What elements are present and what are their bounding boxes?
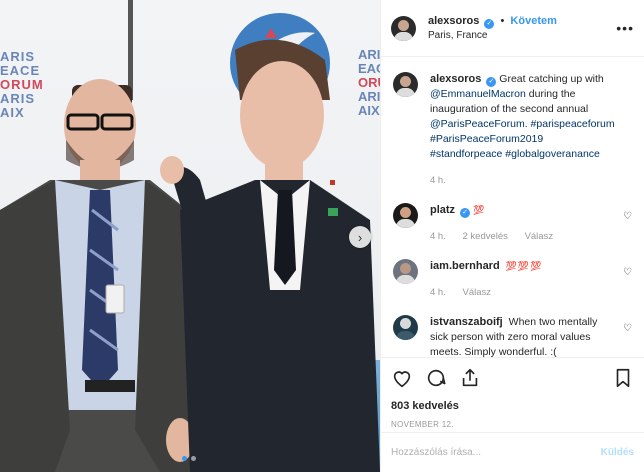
instagram-post: ARIS EACE ORUM ARIS AIX ARIS EACE ORUM A… [0,0,644,472]
carousel-dot-active [182,456,187,461]
heart-icon[interactable] [391,367,413,389]
comment-item: iam.bernhard 💯💯💯 4 h. Válasz ♡ [393,259,632,300]
caption-username[interactable]: alexsoros [430,73,481,85]
comments-list[interactable]: alexsoros ✓ Great catching up with @Emman… [381,58,644,358]
comment-username[interactable]: istvanszaboifj [430,316,503,328]
follow-button[interactable]: Követem [510,15,556,27]
bookmark-icon[interactable] [612,367,634,389]
separator: • [500,14,505,27]
more-options-icon[interactable]: ••• [616,20,634,36]
carousel-next-button[interactable]: › [349,226,371,248]
comment-input[interactable] [391,447,601,458]
post-sidebar: alexsoros ✓ • Követem Paris, France ••• … [380,0,644,472]
comment-time[interactable]: 4 h. [430,231,446,242]
comment-username[interactable]: iam.bernhard [430,260,500,272]
comment-username[interactable]: platz [430,204,455,216]
commenter-avatar[interactable] [393,315,418,340]
caption-text: Great catching up with [499,73,604,85]
comment-likes[interactable]: 2 kedvelés [463,231,508,242]
like-comment-heart-icon[interactable]: ♡ [623,267,632,278]
commenter-avatar[interactable] [393,259,418,284]
like-comment-heart-icon[interactable]: ♡ [623,323,632,334]
caption-meta: 4 h. [430,173,616,188]
post-actions: 803 kedvelés NOVEMBER 12. [381,357,644,429]
mention-link[interactable]: @ParisPeaceForum [430,118,525,130]
post-photo[interactable]: ARIS EACE ORUM ARIS AIX ARIS EACE ORUM A… [0,0,380,472]
comment-time[interactable]: 4 h. [430,287,446,298]
share-icon[interactable] [459,367,481,389]
comment-body: istvanszaboifj When two mentally sick pe… [430,315,632,358]
caption-body: alexsoros ✓ Great catching up with @Emman… [430,72,632,188]
comment-body: platz ✓ 💯 4 h. 2 kedvelés Válasz [430,203,632,244]
post-header: alexsoros ✓ • Követem Paris, France ••• [381,0,644,57]
verified-badge-icon: ✓ [484,18,495,29]
comment-text: 💯 [472,205,486,215]
author-info: alexsoros ✓ • Követem Paris, France [428,14,557,43]
comment-meta: 4 h. 2 kedvelés Válasz [430,229,616,244]
caption-time[interactable]: 4 h. [430,175,446,186]
carousel-dot [191,456,196,461]
person-right [160,39,380,472]
chevron-right-icon: › [357,229,363,245]
carousel-dots [182,456,196,461]
reply-button[interactable]: Válasz [463,287,492,298]
verified-badge-icon: ✓ [486,77,497,87]
reply-button[interactable]: Válasz [525,231,554,242]
comment-body: iam.bernhard 💯💯💯 4 h. Válasz [430,259,632,300]
comment-composer: Küldés [381,432,644,472]
post-comment-button[interactable]: Küldés [601,447,634,458]
comment-meta: 4 h. Válasz [430,285,616,300]
caption-avatar[interactable] [393,72,418,97]
comment-icon[interactable] [425,367,447,389]
commenter-avatar[interactable] [393,203,418,228]
likes-count[interactable]: 803 kedvelés [391,400,634,412]
mention-link[interactable]: @EmmanuelMacron [430,88,526,100]
comment-text: 💯💯💯 [505,261,543,271]
verified-badge-icon: ✓ [460,208,471,218]
author-username[interactable]: alexsoros [428,15,479,27]
action-icons [391,366,634,390]
author-avatar[interactable] [391,15,416,41]
post-date[interactable]: NOVEMBER 12. [391,420,634,429]
comment-item: istvanszaboifj When two mentally sick pe… [393,315,632,358]
post-location[interactable]: Paris, France [428,29,557,43]
caption: alexsoros ✓ Great catching up with @Emman… [393,72,632,188]
comment-item: platz ✓ 💯 4 h. 2 kedvelés Válasz ♡ [393,203,632,244]
like-comment-heart-icon[interactable]: ♡ [623,211,632,222]
